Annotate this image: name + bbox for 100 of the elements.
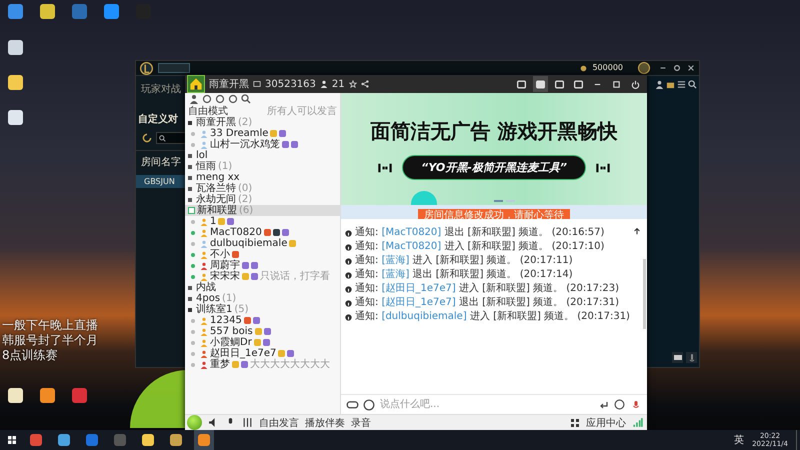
person-icon[interactable] bbox=[189, 94, 199, 104]
member-name[interactable]: 33 Dreamle bbox=[210, 128, 268, 139]
user-link[interactable]: [dulbuqibiemale] bbox=[382, 311, 467, 322]
user-link[interactable]: [蓝海] bbox=[382, 255, 410, 266]
channel-name: lol bbox=[196, 150, 208, 161]
channel-name: 瓦洛兰特 bbox=[196, 183, 236, 194]
member-name[interactable]: 赵田日_1e7e7 bbox=[210, 348, 276, 359]
member-name[interactable]: dulbuqibiemale bbox=[210, 238, 288, 249]
member-name[interactable]: MacT0820 bbox=[210, 227, 262, 238]
search-icon bbox=[159, 134, 166, 142]
info-icon bbox=[345, 300, 352, 306]
member-note: 只说话，打字看 bbox=[260, 271, 330, 282]
channel-name: 训练室1 bbox=[196, 304, 232, 315]
member-count: (2) bbox=[238, 194, 252, 205]
notice-message: 通知: [蓝海] 退出 [新和联盟] 频道。 (20:17:14) bbox=[355, 269, 573, 281]
signal-icon bbox=[632, 417, 643, 428]
grid-icon[interactable] bbox=[569, 417, 580, 428]
refresh-icon[interactable] bbox=[141, 132, 153, 144]
game-logo-icon bbox=[140, 62, 153, 74]
info-icon bbox=[345, 230, 352, 236]
person-icon bbox=[320, 80, 328, 88]
notice-message: 通知: [dulbuqibiemale] 进入 [新和联盟] 频道。 (20:17:31) bbox=[355, 311, 630, 323]
channel-item[interactable]: 瓦洛兰特 (0) bbox=[185, 183, 340, 194]
channel-item[interactable]: 内战 bbox=[185, 282, 340, 293]
user-link[interactable]: [蓝海] bbox=[382, 269, 410, 280]
speak-mode-button[interactable]: 自由发言 bbox=[259, 416, 299, 430]
user-link[interactable]: [赵田日_1e7e7] bbox=[382, 283, 456, 294]
member-name[interactable]: 小霞鲷Dr bbox=[210, 337, 252, 348]
channel-item[interactable]: 恒雨 (1) bbox=[185, 161, 340, 172]
scroll-top-icon[interactable] bbox=[633, 227, 641, 235]
share-icon[interactable] bbox=[360, 80, 369, 88]
member-name[interactable]: 1 bbox=[210, 216, 216, 227]
shortcut-icon[interactable] bbox=[8, 40, 23, 55]
mic-icon[interactable] bbox=[686, 352, 697, 363]
notice-message: 通知: [MacT0820] 进入 [新和联盟] 频道。 (20:17:10) bbox=[355, 241, 604, 253]
desktop-note-text: 8点训练赛 bbox=[2, 348, 59, 363]
avatar-circle[interactable] bbox=[638, 62, 650, 74]
member-count: (0) bbox=[238, 183, 252, 194]
shortcut-icon[interactable] bbox=[40, 4, 55, 19]
close-icon[interactable] bbox=[687, 63, 695, 73]
app-center-button[interactable]: 应用中心 bbox=[586, 416, 626, 430]
member-name[interactable]: 不小 bbox=[210, 249, 230, 260]
member-name[interactable]: 宋宋宋 bbox=[210, 271, 240, 282]
shortcut-icon[interactable] bbox=[40, 388, 55, 403]
windows-logo-icon[interactable] bbox=[6, 434, 18, 446]
desktop-note-text: 一般下午晚上直播 bbox=[2, 318, 98, 333]
user-link[interactable]: [MacT0820] bbox=[382, 241, 442, 252]
shortcut-icon[interactable] bbox=[8, 388, 23, 403]
channel-item[interactable]: 新和联盟 (6) bbox=[185, 205, 340, 216]
channel-name: 恒雨 bbox=[196, 161, 216, 172]
scrollbar[interactable] bbox=[643, 259, 646, 329]
record-button[interactable]: 录音 bbox=[351, 416, 371, 430]
channel-item[interactable]: 训练室1 (5) bbox=[185, 304, 340, 315]
member-name[interactable]: 12345 bbox=[210, 315, 242, 326]
slogan-pill: “YO开黑-极简开黑连麦工具” bbox=[402, 155, 586, 180]
channel-item[interactable]: 4pos (1) bbox=[185, 293, 340, 304]
shortcut-icon[interactable] bbox=[8, 75, 23, 90]
currency-amount: 500000 bbox=[592, 63, 623, 73]
page-heading: 自定义对 bbox=[137, 112, 179, 126]
member-name[interactable]: 周蔚宇 bbox=[210, 260, 240, 271]
desktop-note-text: 韩服号封了半个月 bbox=[2, 333, 98, 348]
info-icon bbox=[345, 258, 352, 264]
member-name[interactable]: 山村一沉水鸡笼 bbox=[210, 139, 280, 150]
channel-item[interactable]: meng xx bbox=[185, 172, 340, 183]
member-count: (1) bbox=[222, 293, 236, 304]
nav-tab[interactable]: 玩家对战 bbox=[136, 82, 186, 96]
accompaniment-button[interactable]: 播放伴奏 bbox=[305, 416, 345, 430]
settings-icon[interactable] bbox=[673, 63, 681, 73]
mixer-icon[interactable] bbox=[242, 417, 253, 428]
channel-name: 新和联盟 bbox=[197, 205, 237, 216]
id-card-icon bbox=[253, 80, 261, 88]
notice-message: 通知: [赵田日_1e7e7] 退出 [新和联盟] 频道。 (20:17:31) bbox=[355, 297, 619, 309]
list-icon[interactable] bbox=[677, 80, 686, 89]
room-row[interactable]: GBSJUN bbox=[136, 175, 186, 188]
info-icon bbox=[345, 286, 352, 292]
banner-headline: 面简洁无广告 游戏开黑畅快 bbox=[370, 118, 618, 145]
search-icon[interactable] bbox=[241, 94, 251, 104]
channel-name: 4pos bbox=[196, 293, 220, 304]
search-icon[interactable] bbox=[688, 80, 697, 89]
channel-item[interactable]: 永劫无间 (2) bbox=[185, 194, 340, 205]
member-count: (2) bbox=[238, 117, 252, 128]
member-name[interactable]: 557 bois bbox=[210, 326, 253, 337]
chat-icon[interactable] bbox=[672, 352, 683, 363]
channel-id: 30523163 bbox=[265, 78, 316, 90]
star-icon[interactable] bbox=[348, 80, 357, 88]
search-field[interactable] bbox=[156, 132, 186, 144]
user-link[interactable]: [赵田日_1e7e7] bbox=[382, 297, 456, 308]
input-method-indicator[interactable]: 英 bbox=[734, 433, 744, 447]
coin-icon bbox=[580, 64, 588, 72]
member-count: (5) bbox=[234, 304, 249, 315]
online-count: 21 bbox=[332, 78, 345, 90]
notice-message: 通知: [蓝海] 进入 [新和联盟] 频道。 (20:17:11) bbox=[355, 255, 573, 267]
member-name[interactable]: 重梦 bbox=[210, 359, 230, 370]
shortcut-icon[interactable] bbox=[8, 110, 23, 125]
channel-name: 雨童开黑 bbox=[209, 78, 249, 91]
channel-item[interactable]: lol bbox=[185, 150, 340, 161]
add-friend-icon[interactable] bbox=[655, 80, 664, 89]
message-input[interactable]: 说点什么吧... bbox=[378, 396, 594, 412]
user-link[interactable]: [MacT0820] bbox=[382, 227, 442, 238]
folder-icon[interactable] bbox=[666, 80, 675, 89]
